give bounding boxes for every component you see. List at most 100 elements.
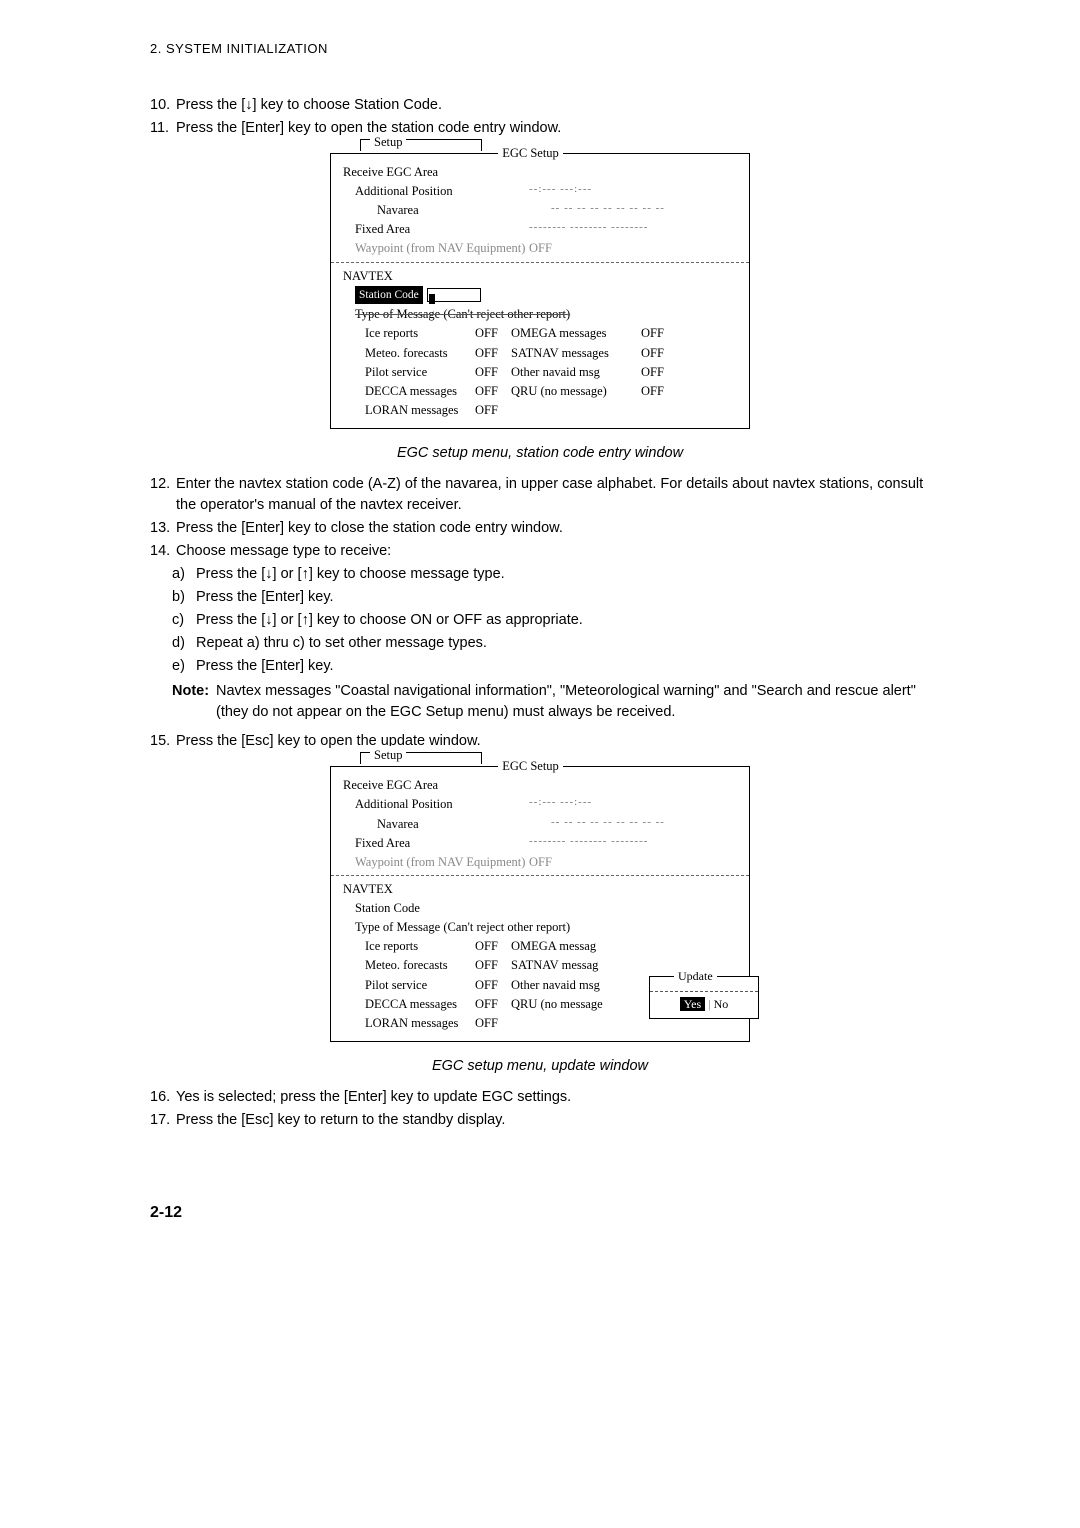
update-options: Yes | No [658, 996, 750, 1013]
label-type-of-message: Type of Message (Can't reject other repo… [355, 918, 570, 936]
step-17: 17. Press the [Esc] key to return to the… [150, 1110, 930, 1131]
figure-egc-update: Setup EGC Setup Receive EGC Area Additio… [330, 766, 750, 1042]
label-navarea: Navarea [343, 815, 551, 833]
msg-qru: QRU (no message [511, 995, 641, 1013]
panel-title: EGC Setup [498, 144, 563, 162]
msg-meteo-state: OFF [475, 956, 511, 974]
value-fixed-area: -------- -------- -------- [529, 834, 648, 852]
msg-omega-state: OFF [641, 324, 681, 342]
msg-satnav: SATNAV messages [511, 344, 641, 362]
sub-text: Press the [↓] or [↑] key to choose ON or… [196, 610, 930, 631]
label-waypoint: Waypoint (from NAV Equipment) [343, 853, 529, 871]
update-no[interactable]: No [714, 997, 729, 1011]
step-text: Press the [Esc] key to open the update w… [176, 731, 930, 752]
sub-label: b) [172, 587, 196, 608]
label-additional-position: Additional Position [343, 182, 529, 200]
step-number: 14. [150, 541, 176, 562]
msg-other-state: OFF [641, 363, 681, 381]
msg-satnav: SATNAV messag [511, 956, 641, 974]
label-additional-position: Additional Position [343, 795, 529, 813]
msg-loran: LORAN messages [365, 401, 475, 419]
sub-text: Press the [Enter] key. [196, 587, 930, 608]
msg-loran: LORAN messages [365, 1014, 475, 1032]
setup-label: Setup [370, 746, 406, 764]
label-fixed-area: Fixed Area [343, 220, 529, 238]
msg-meteo-state: OFF [475, 344, 511, 362]
note: Note: Navtex messages "Coastal navigatio… [150, 681, 930, 723]
label-navarea: Navarea [343, 201, 551, 219]
step-14: 14. Choose message type to receive: [150, 541, 930, 562]
step-number: 10. [150, 95, 176, 116]
cursor-icon [429, 294, 435, 304]
step-text: Press the [Esc] key to return to the sta… [176, 1110, 930, 1131]
sub-text: Press the [Enter] key. [196, 656, 930, 677]
figure-caption-2: EGC setup menu, update window [150, 1056, 930, 1077]
sub-label: d) [172, 633, 196, 654]
msg-decca-state: OFF [475, 382, 511, 400]
separator [331, 262, 749, 263]
step-number: 11. [150, 118, 176, 139]
label-waypoint: Waypoint (from NAV Equipment) [343, 239, 529, 257]
step-10: 10. Press the [↓] key to choose Station … [150, 95, 930, 116]
msg-other: Other navaid msg [511, 363, 641, 381]
step-13: 13. Press the [Enter] key to close the s… [150, 518, 930, 539]
step-number: 15. [150, 731, 176, 752]
msg-pilot-state: OFF [475, 976, 511, 994]
sub-label: e) [172, 656, 196, 677]
station-code-label: Station Code [355, 899, 420, 917]
msg-loran-state: OFF [475, 401, 511, 419]
figure-egc-station-code: Setup EGC Setup Receive EGC Area Additio… [330, 153, 750, 429]
label-navtex: NAVTEX [343, 880, 393, 898]
sub-text: Press the [↓] or [↑] key to choose messa… [196, 564, 930, 585]
msg-loran-state: OFF [475, 1014, 511, 1032]
msg-qru-state: OFF [641, 382, 681, 400]
msg-other: Other navaid msg [511, 976, 641, 994]
msg-decca: DECCA messages [365, 382, 475, 400]
separator [650, 991, 758, 992]
step-list: 10. Press the [↓] key to choose Station … [150, 95, 930, 1131]
msg-pilot-state: OFF [475, 363, 511, 381]
step-number: 13. [150, 518, 176, 539]
label-fixed-area: Fixed Area [343, 834, 529, 852]
msg-qru: QRU (no message) [511, 382, 641, 400]
update-yes[interactable]: Yes [680, 997, 705, 1011]
label-type-of-message: Type of Message (Can't reject other repo… [355, 305, 570, 323]
step-text: Press the [Enter] key to close the stati… [176, 518, 930, 539]
step-number: 17. [150, 1110, 176, 1131]
egc-panel: EGC Setup Receive EGC Area Additional Po… [330, 153, 750, 429]
step-16: 16. Yes is selected; press the [Enter] k… [150, 1087, 930, 1108]
step-number: 12. [150, 474, 176, 516]
update-title: Update [674, 968, 717, 985]
msg-ice-state: OFF [475, 324, 511, 342]
msg-decca-state: OFF [475, 995, 511, 1013]
station-code-label-selected[interactable]: Station Code [355, 286, 423, 305]
figure-caption-1: EGC setup menu, station code entry windo… [150, 443, 930, 464]
substep-a: a)Press the [↓] or [↑] key to choose mes… [172, 564, 930, 585]
msg-meteo: Meteo. forecasts [365, 344, 475, 362]
value-navarea: -- -- -- -- -- -- -- -- -- [551, 201, 665, 219]
msg-ice-state: OFF [475, 937, 511, 955]
station-code-row: Station Code [343, 286, 737, 305]
substep-e: e)Press the [Enter] key. [172, 656, 930, 677]
msg-pilot: Pilot service [365, 976, 475, 994]
step-15: 15. Press the [Esc] key to open the upda… [150, 731, 930, 752]
msg-meteo: Meteo. forecasts [365, 956, 475, 974]
sub-label: c) [172, 610, 196, 631]
substep-list: a)Press the [↓] or [↑] key to choose mes… [150, 564, 930, 677]
substep-d: d)Repeat a) thru c) to set other message… [172, 633, 930, 654]
step-11: 11. Press the [Enter] key to open the st… [150, 118, 930, 139]
value-waypoint: OFF [529, 853, 552, 871]
station-code-entry-box[interactable] [427, 288, 481, 302]
value-navarea: -- -- -- -- -- -- -- -- -- [551, 815, 665, 833]
value-waypoint: OFF [529, 239, 552, 257]
label-receive-egc: Receive EGC Area [343, 163, 517, 181]
value-additional-position: --:--- ---:--- [529, 795, 592, 813]
msg-omega: OMEGA messages [511, 324, 641, 342]
msg-ice: Ice reports [365, 937, 475, 955]
update-popup: Update Yes | No [649, 976, 759, 1018]
msg-satnav-state: OFF [641, 344, 681, 362]
substep-c: c)Press the [↓] or [↑] key to choose ON … [172, 610, 930, 631]
substep-b: b)Press the [Enter] key. [172, 587, 930, 608]
step-text: Press the [↓] key to choose Station Code… [176, 95, 930, 116]
step-number: 16. [150, 1087, 176, 1108]
